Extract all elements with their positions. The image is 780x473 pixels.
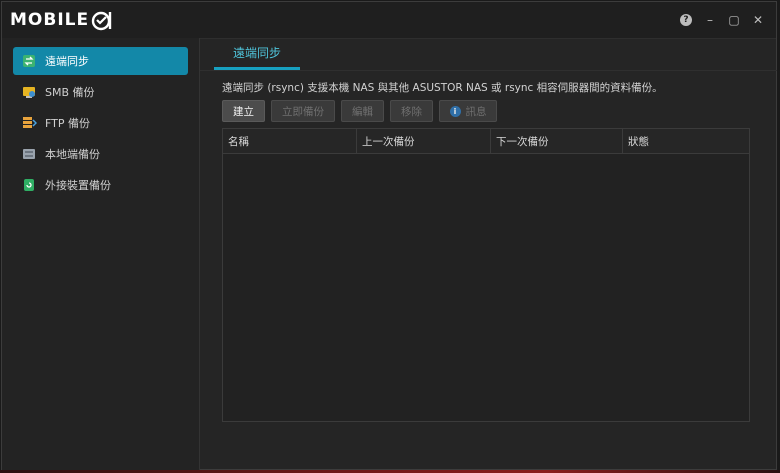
toolbar: 建立 立即備份 編輯 移除 i 訊息 — [222, 100, 497, 122]
backup-now-button[interactable]: 立即備份 — [271, 100, 335, 122]
edit-button[interactable]: 編輯 — [341, 100, 384, 122]
tab-bar: 遠端同步 — [200, 38, 777, 71]
logo: MOBILE — [10, 8, 113, 32]
ftp-backup-icon — [21, 115, 37, 131]
window-controls: ? – ▢ ✕ — [678, 12, 766, 28]
sidebar-item-external-device-backup[interactable]: 外接裝置備份 — [13, 171, 188, 199]
minimize-button[interactable]: – — [702, 12, 718, 28]
logo-text: MOBILE — [10, 10, 90, 30]
sidebar-item-smb-backup[interactable]: SMB 備份 — [13, 78, 188, 106]
info-icon: i — [449, 105, 461, 117]
external-device-backup-icon — [21, 177, 37, 193]
minimize-icon: – — [707, 13, 713, 27]
column-header-next-backup[interactable]: 下一次備份 — [491, 129, 623, 153]
app-window: MOBILE ? – ▢ ✕ 遠端同步 SMB 備份 FTP 備份 本地端備份 … — [1, 1, 777, 470]
smb-backup-icon — [21, 84, 37, 100]
remove-button[interactable]: 移除 — [390, 100, 433, 122]
rsync-icon — [21, 53, 37, 69]
title-bar: MOBILE ? – ▢ ✕ — [2, 2, 776, 39]
help-icon: ? — [680, 14, 692, 26]
maximize-button[interactable]: ▢ — [726, 12, 742, 28]
sidebar-item-ftp-backup[interactable]: FTP 備份 — [13, 109, 188, 137]
sidebar-item-local-backup[interactable]: 本地端備份 — [13, 140, 188, 168]
column-header-status[interactable]: 狀態 — [623, 129, 749, 153]
logo-mark-icon — [91, 11, 112, 31]
tab-rsync[interactable]: 遠端同步 — [214, 38, 300, 70]
info-button-label: 訊息 — [465, 105, 487, 118]
help-button[interactable]: ? — [678, 12, 694, 28]
backup-jobs-table: 名稱 上一次備份 下一次備份 狀態 — [222, 128, 750, 422]
maximize-icon: ▢ — [728, 13, 740, 27]
column-header-last-backup[interactable]: 上一次備份 — [357, 129, 491, 153]
sidebar-item-rsync[interactable]: 遠端同步 — [13, 47, 188, 75]
sidebar-item-label: SMB 備份 — [45, 86, 95, 99]
main-content: 遠端同步 遠端同步 (rsync) 支援本機 NAS 與其他 ASUSTOR N… — [200, 38, 777, 470]
sidebar-item-label: 遠端同步 — [45, 55, 89, 68]
sidebar-item-label: 本地端備份 — [45, 148, 100, 161]
column-header-name[interactable]: 名稱 — [223, 129, 357, 153]
sidebar-item-label: 外接裝置備份 — [45, 179, 111, 192]
close-button[interactable]: ✕ — [750, 12, 766, 28]
info-button[interactable]: i 訊息 — [439, 100, 497, 122]
sidebar-item-label: FTP 備份 — [45, 117, 90, 130]
close-icon: ✕ — [752, 13, 764, 27]
table-header: 名稱 上一次備份 下一次備份 狀態 — [223, 129, 749, 154]
local-backup-icon — [21, 146, 37, 162]
description-text: 遠端同步 (rsync) 支援本機 NAS 與其他 ASUSTOR NAS 或 … — [222, 82, 663, 94]
table-body — [223, 153, 749, 421]
sidebar: 遠端同步 SMB 備份 FTP 備份 本地端備份 外接裝置備份 — [2, 38, 200, 470]
create-button[interactable]: 建立 — [222, 100, 265, 122]
